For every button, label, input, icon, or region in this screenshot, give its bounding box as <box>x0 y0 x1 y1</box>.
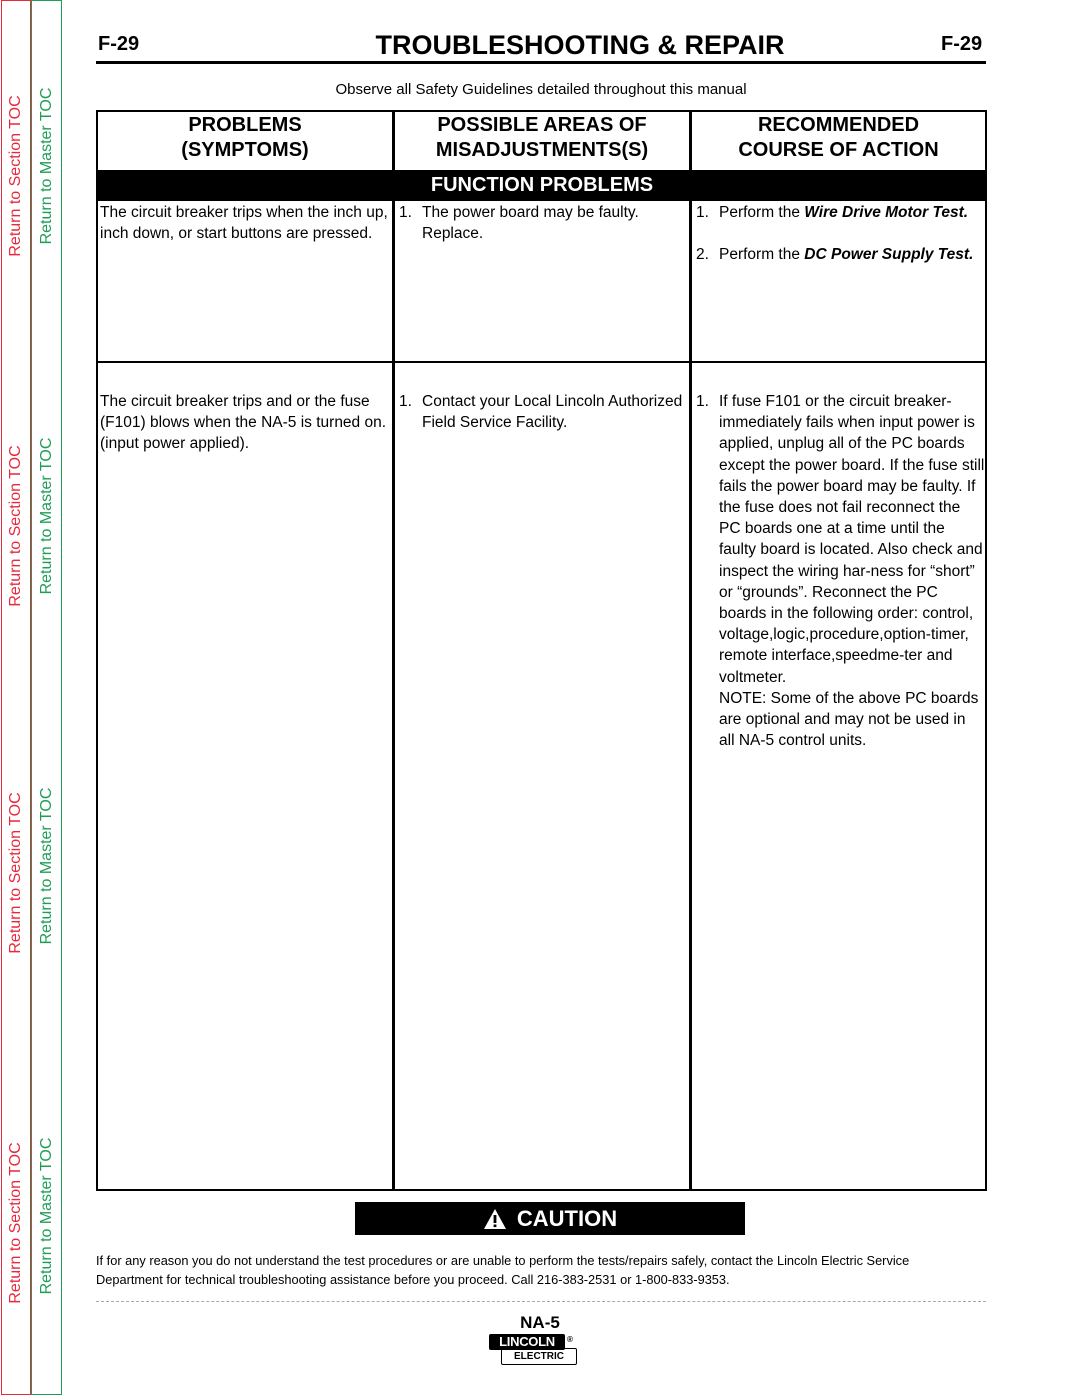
item-number: 1. <box>399 393 412 410</box>
dc-power-supply-test-link[interactable]: DC Power Supply Test. <box>804 246 973 263</box>
actions-cell: 1. If fuse F101 or the circuit breaker-i… <box>695 391 985 751</box>
causes-cell: 1. The power board may be faulty. Replac… <box>398 202 686 244</box>
return-to-section-toc-link[interactable]: Return to Section TOC <box>7 1142 25 1303</box>
causes-cell: 1. Contact your Local Lincoln Authorized… <box>398 391 686 433</box>
action-text: Perform the <box>719 204 805 221</box>
column-header-line: (SYMPTOMS) <box>181 139 309 161</box>
wire-drive-motor-test-link[interactable]: Wire Drive Motor Test. <box>804 204 968 221</box>
action-item: 2. Perform the DC Power Supply Test. <box>695 244 985 265</box>
page-number-right: F-29 <box>941 33 983 55</box>
lincoln-electric-logo: ELECTRIC LINCOLN ® <box>489 1334 581 1366</box>
problem-cell: The circuit breaker trips when the inch … <box>100 204 388 243</box>
problem-cell: The circuit breaker trips and or the fus… <box>100 393 387 453</box>
return-to-master-toc-link[interactable]: Return to Master TOC <box>38 1138 56 1295</box>
return-to-section-toc-link[interactable]: Return to Section TOC <box>7 792 25 953</box>
action-note: NOTE: Some of the above PC boards are op… <box>719 689 979 750</box>
column-divider <box>689 112 692 1189</box>
column-divider <box>392 112 395 1189</box>
return-to-master-toc-link[interactable]: Return to Master TOC <box>38 788 56 945</box>
page-title: TROUBLESHOOTING & REPAIR <box>375 30 785 60</box>
safety-note: Observe all Safety Guidelines detailed t… <box>335 81 747 98</box>
column-header-line: COURSE OF ACTION <box>738 139 939 161</box>
caution-banner: CAUTION <box>355 1202 745 1235</box>
column-header-line: RECOMMENDED <box>757 114 920 136</box>
return-to-section-toc-link[interactable]: Return to Section TOC <box>7 95 25 256</box>
warning-triangle-icon <box>483 1208 506 1229</box>
return-to-section-toc-link[interactable]: Return to Section TOC <box>7 445 25 606</box>
cause-item: 1. The power board may be faulty. Replac… <box>398 202 686 244</box>
action-item: 1. Perform the Wire Drive Motor Test. <box>695 202 985 223</box>
item-number: 2. <box>696 246 709 264</box>
column-header-possible-areas: POSSIBLE AREAS OF MISADJUSTMENTS(S) <box>395 112 689 170</box>
registered-mark: ® <box>567 1335 573 1344</box>
section-toc-strip: Return to Section TOC Return to Section … <box>1 0 31 1395</box>
column-header-problems: PROBLEMS (SYMPTOMS) <box>98 112 392 170</box>
row-divider <box>98 361 985 363</box>
item-number: 1. <box>696 204 709 221</box>
cause-item: 1. Contact your Local Lincoln Authorized… <box>398 391 686 433</box>
column-header-recommended-action: RECOMMENDED COURSE OF ACTION <box>692 112 985 170</box>
master-toc-strip: Return to Master TOC Return to Master TO… <box>31 0 62 1395</box>
troubleshooting-table: PROBLEMS (SYMPTOMS) POSSIBLE AREAS OF MI… <box>96 110 987 1191</box>
column-header-line: PROBLEMS <box>188 114 302 136</box>
cause-text: Contact your Local Lincoln Authorized Fi… <box>422 393 683 432</box>
section-title-bar: FUNCTION PROBLEMS <box>98 170 985 201</box>
logo-bottom-text: ELECTRIC <box>501 1348 577 1365</box>
column-header-line: MISADJUSTMENTS(S) <box>435 139 649 161</box>
header-rule <box>96 61 986 64</box>
return-to-master-toc-link[interactable]: Return to Master TOC <box>38 88 56 245</box>
actions-cell: 1. Perform the Wire Drive Motor Test. 2.… <box>695 202 985 265</box>
action-item: 1. If fuse F101 or the circuit breaker-i… <box>695 391 985 751</box>
column-header-line: POSSIBLE AREAS OF <box>437 114 647 136</box>
return-to-master-toc-link[interactable]: Return to Master TOC <box>38 438 56 595</box>
action-text: If fuse F101 or the circuit breaker-imme… <box>719 393 985 686</box>
section-title: FUNCTION PROBLEMS <box>430 174 654 196</box>
footer-dashed-rule <box>96 1301 986 1302</box>
action-text: Perform the <box>719 246 805 264</box>
cause-text: The power board may be faulty. Replace. <box>422 204 639 243</box>
item-number: 1. <box>399 204 412 221</box>
model-name: NA-5 <box>520 1313 560 1332</box>
caution-text: If for any reason you do not understand … <box>96 1253 910 1287</box>
caution-label: CAUTION <box>516 1205 618 1231</box>
item-number: 1. <box>696 393 709 410</box>
logo-top-text: LINCOLN <box>489 1334 565 1350</box>
